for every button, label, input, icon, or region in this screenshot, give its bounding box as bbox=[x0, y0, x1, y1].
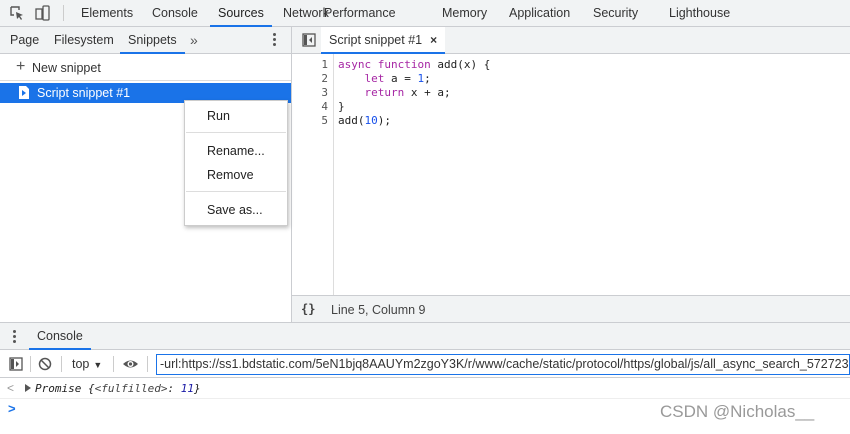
editor-tabbar: Script snippet #1 × bbox=[292, 27, 850, 54]
tab-security[interactable]: Security bbox=[585, 0, 646, 27]
clear-console-icon[interactable] bbox=[38, 357, 52, 371]
toolbar-divider bbox=[63, 5, 64, 21]
toolbar-divider bbox=[147, 356, 148, 372]
tab-elements[interactable]: Elements bbox=[73, 0, 141, 27]
tab-filesystem[interactable]: Filesystem bbox=[46, 27, 122, 54]
code-token: a = bbox=[391, 72, 418, 85]
pretty-print-button[interactable]: {} bbox=[301, 302, 315, 316]
line-number: 2 bbox=[321, 72, 328, 85]
code-token: } bbox=[338, 100, 345, 113]
inspect-element-icon[interactable] bbox=[9, 5, 25, 21]
tab-memory[interactable]: Memory bbox=[434, 0, 495, 27]
toolbar-divider bbox=[61, 356, 62, 372]
drawer-menu-icon[interactable] bbox=[13, 330, 17, 344]
result-arrow-icon: < bbox=[7, 381, 15, 395]
code-token: async bbox=[338, 58, 378, 71]
device-toolbar-icon[interactable] bbox=[34, 5, 50, 21]
tab-sources[interactable]: Sources bbox=[210, 0, 272, 27]
new-snippet-button[interactable]: + New snippet bbox=[0, 54, 291, 81]
code-token: x + a; bbox=[410, 86, 451, 99]
tab-console[interactable]: Console bbox=[144, 0, 206, 27]
code-line[interactable]: let a = 1; bbox=[338, 72, 431, 85]
devtools-main-tabbar: Elements Console Sources Network Performance… bbox=[0, 0, 850, 27]
tab-console-drawer[interactable]: Console bbox=[29, 323, 91, 350]
line-number: 3 bbox=[321, 86, 328, 99]
message-sep: : bbox=[167, 382, 181, 395]
code-token: ); bbox=[377, 114, 391, 127]
code-line[interactable]: add(10); bbox=[338, 114, 391, 127]
menu-item-save-as[interactable]: Save as... bbox=[185, 200, 287, 220]
tab-snippets[interactable]: Snippets bbox=[120, 27, 185, 54]
tab-script-snippet[interactable]: Script snippet #1 × bbox=[321, 27, 446, 54]
console-message: < Promise {<fulfilled>: 11} bbox=[0, 379, 850, 399]
console-filter-input[interactable]: -url:https://ss1.bdstatic.com/5eN1bjq8AA… bbox=[156, 354, 850, 375]
code-line[interactable]: async function add(x) { bbox=[338, 58, 490, 71]
console-message-text[interactable]: Promise {<fulfilled>: 11} bbox=[35, 382, 201, 395]
menu-item-remove[interactable]: Remove bbox=[185, 165, 287, 185]
toolbar-divider bbox=[113, 356, 114, 372]
line-number: 4 bbox=[321, 100, 328, 113]
code-token: return bbox=[364, 86, 411, 99]
code-token: add( bbox=[338, 114, 365, 127]
message-key: <fulfilled> bbox=[94, 382, 168, 395]
tab-performance[interactable]: Performance bbox=[316, 0, 404, 27]
console-toolbar: top ▼ -url:https://ss1.bdstatic.com/5eN1b… bbox=[0, 350, 850, 378]
code-token: function bbox=[377, 58, 438, 71]
code-token: 10 bbox=[364, 114, 378, 127]
expand-triangle-icon[interactable] bbox=[25, 384, 31, 392]
menu-item-rename[interactable]: Rename... bbox=[185, 141, 287, 161]
toggle-navigator-icon[interactable] bbox=[302, 33, 316, 47]
snippet-item-label: Script snippet #1 bbox=[37, 86, 131, 100]
more-tabs-button[interactable]: » bbox=[190, 27, 198, 53]
editor-status-bar: {} Line 5, Column 9 bbox=[292, 295, 850, 322]
message-value: 11 bbox=[180, 382, 194, 395]
watermark: CSDN @Nicholas__ bbox=[660, 402, 815, 421]
context-value: top bbox=[72, 357, 90, 371]
drawer-tabbar: Console bbox=[0, 322, 850, 350]
file-icon bbox=[19, 86, 29, 99]
message-prefix: Promise { bbox=[35, 382, 95, 395]
plus-icon: + bbox=[16, 58, 26, 75]
code-token: ; bbox=[424, 72, 431, 85]
toolbar-divider bbox=[30, 356, 31, 372]
context-selector[interactable]: top ▼ bbox=[72, 357, 102, 371]
code-line[interactable]: return x + a; bbox=[338, 86, 451, 99]
tab-application[interactable]: Application bbox=[501, 0, 578, 27]
message-suffix: } bbox=[193, 382, 201, 395]
new-snippet-label: New snippet bbox=[32, 61, 101, 75]
menu-separator bbox=[186, 191, 286, 192]
cursor-position: Line 5, Column 9 bbox=[331, 303, 426, 317]
line-number: 1 bbox=[321, 58, 328, 71]
show-sidebar-icon[interactable] bbox=[9, 357, 23, 371]
snippet-context-menu: Run Rename... Remove Save as... bbox=[184, 100, 288, 226]
line-number-gutter: 12345 bbox=[292, 54, 334, 295]
tab-lighthouse[interactable]: Lighthouse bbox=[661, 0, 738, 27]
code-token: add(x) { bbox=[437, 58, 491, 71]
navigator-menu-icon[interactable] bbox=[273, 33, 277, 47]
editor-tab-label: Script snippet #1 bbox=[329, 33, 423, 47]
line-number: 5 bbox=[321, 114, 328, 127]
navigator-tabbar: Page Filesystem Snippets » bbox=[0, 27, 291, 54]
code-token: let bbox=[364, 72, 391, 85]
menu-separator bbox=[186, 132, 286, 133]
close-icon[interactable]: × bbox=[430, 33, 437, 47]
live-expression-eye-icon[interactable] bbox=[122, 357, 139, 371]
console-prompt[interactable]: > bbox=[8, 401, 16, 416]
dropdown-arrow-icon: ▼ bbox=[93, 360, 103, 370]
code-editor[interactable]: 12345 async function add(x) { let a = 1;… bbox=[292, 54, 850, 295]
tab-page[interactable]: Page bbox=[2, 27, 47, 54]
menu-item-run[interactable]: Run bbox=[185, 106, 287, 126]
code-line[interactable]: } bbox=[338, 100, 345, 113]
